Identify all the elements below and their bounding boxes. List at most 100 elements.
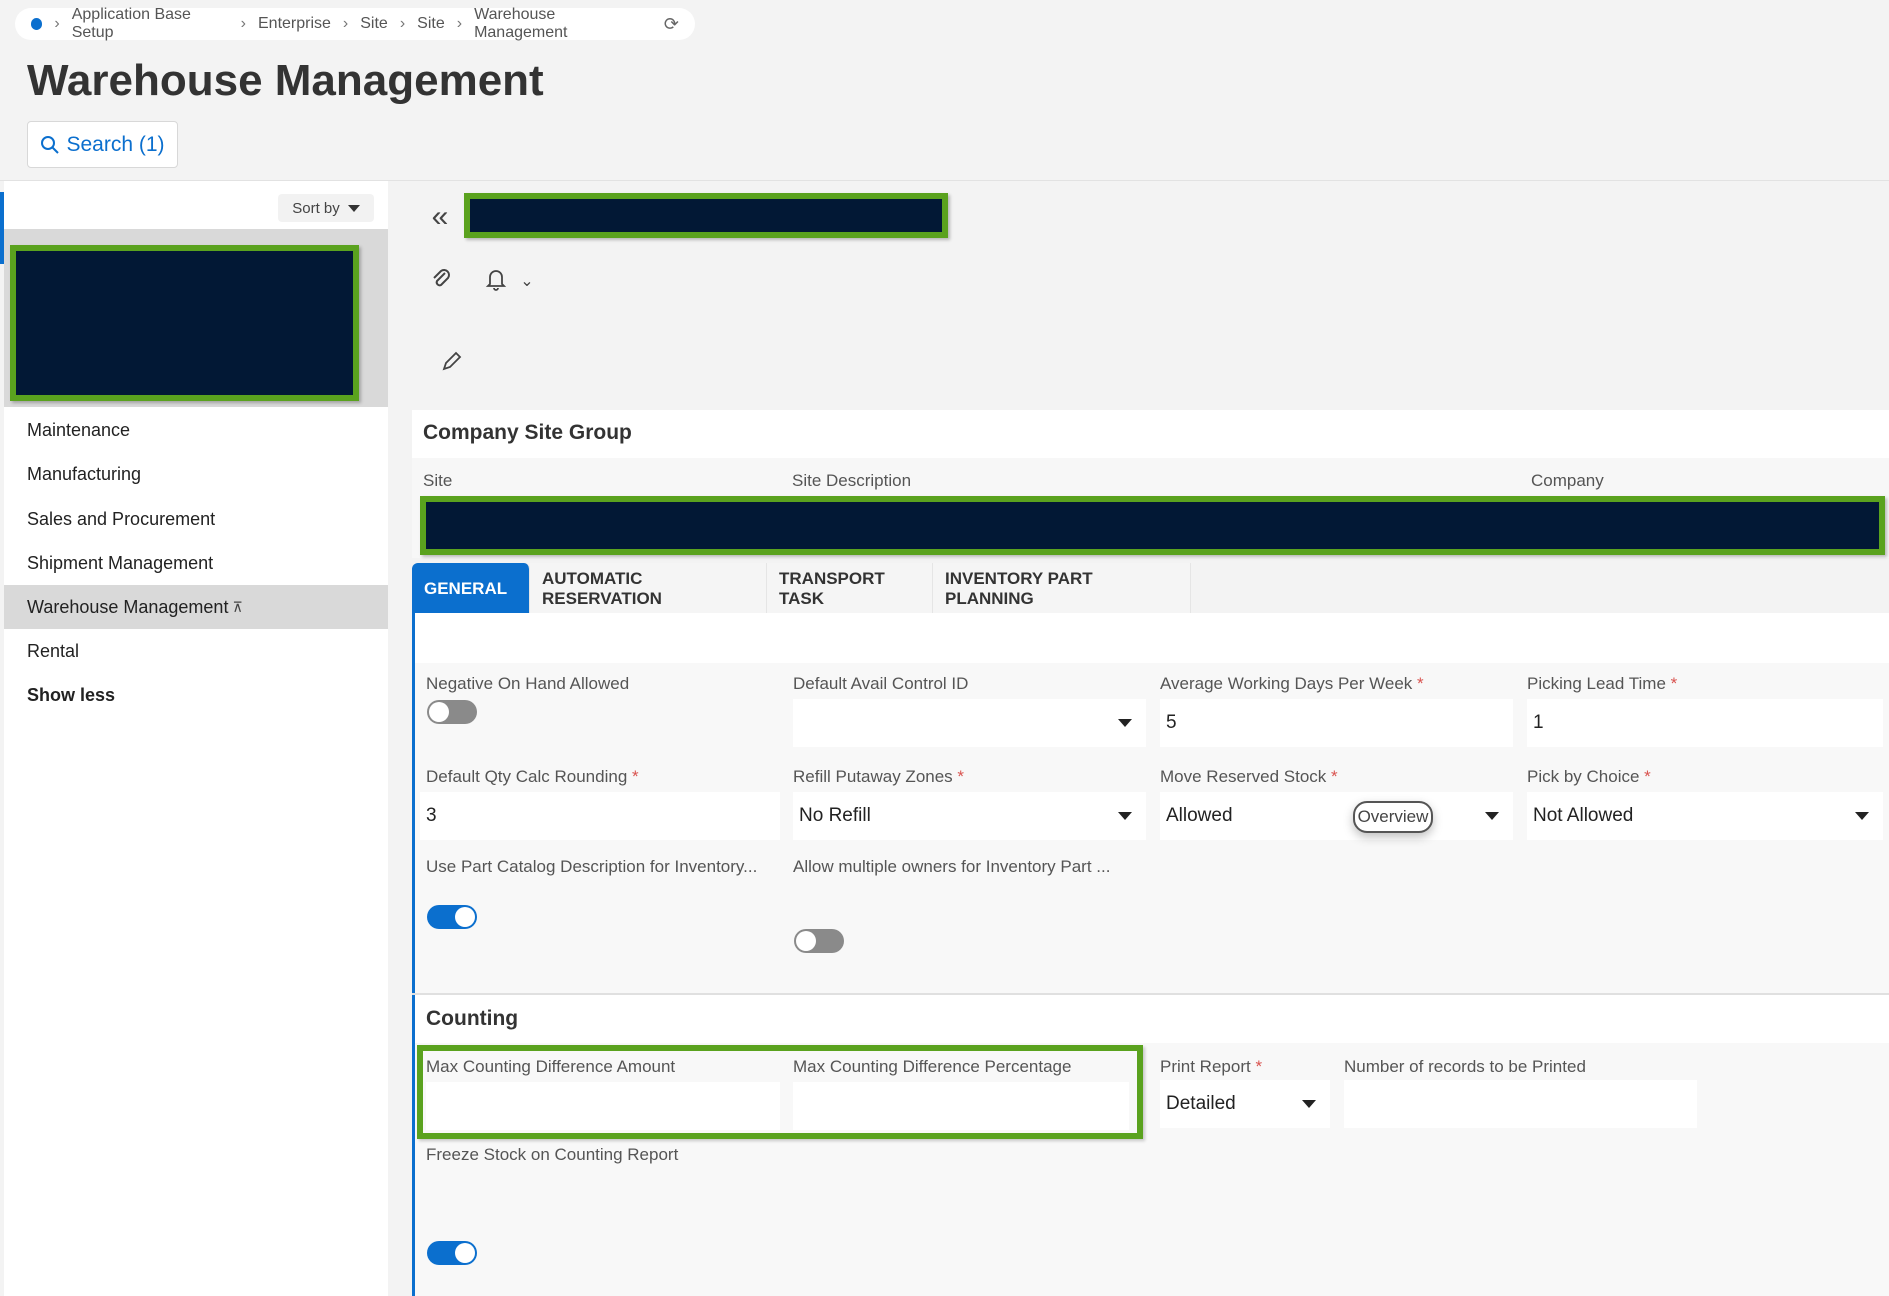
breadcrumb-item[interactable]: Site xyxy=(417,15,445,33)
print-report-select[interactable]: Detailed xyxy=(1160,1080,1330,1128)
nav-item-label: Manufacturing xyxy=(27,463,142,484)
select-value: Detailed xyxy=(1166,1093,1236,1114)
caret-down-icon xyxy=(1302,1100,1316,1108)
tabs-bar: GENERAL AUTOMATIC RESERVATION TRANSPORT … xyxy=(412,563,1889,615)
avg-working-days-label: Average Working Days Per Week * xyxy=(1160,674,1424,694)
caret-down-icon xyxy=(1855,812,1869,820)
chevron-down-icon[interactable]: ⌄ xyxy=(516,270,538,292)
nav-item-rental[interactable]: Rental xyxy=(4,629,388,673)
breadcrumb-item: Warehouse Management xyxy=(474,6,568,41)
label-text: Pick by Choice xyxy=(1527,767,1640,786)
column-header-site[interactable]: Site xyxy=(423,471,452,491)
negative-on-hand-toggle[interactable] xyxy=(427,700,477,724)
num-records-input[interactable] xyxy=(1344,1080,1697,1128)
required-marker: * xyxy=(632,767,639,786)
toggle-knob xyxy=(455,1243,475,1263)
tab-inventory-part-planning[interactable]: INVENTORY PART PLANNING xyxy=(933,563,1191,615)
redacted-site-row xyxy=(420,496,1885,555)
select-value: Not Allowed xyxy=(1533,805,1634,826)
refill-putaway-label: Refill Putaway Zones * xyxy=(793,767,964,787)
chevron-right-icon: › xyxy=(240,15,246,32)
allow-multiple-owners-toggle[interactable] xyxy=(794,929,844,953)
tab-transport-task[interactable]: TRANSPORT TASK xyxy=(767,563,933,615)
chevron-right-icon: › xyxy=(399,15,406,32)
negative-on-hand-label: Negative On Hand Allowed xyxy=(426,674,630,693)
company-site-group-title: Company Site Group xyxy=(423,421,632,444)
breadcrumb-item[interactable]: Application Base Setup xyxy=(72,6,229,42)
sort-by-dropdown[interactable]: Sort by xyxy=(278,194,374,222)
nav-item-warehouse-management[interactable]: Warehouse Management ⊼ xyxy=(4,585,388,629)
panel-header-space xyxy=(412,613,1889,663)
search-icon xyxy=(41,135,60,154)
required-marker: * xyxy=(1255,1057,1263,1076)
nav-item-label: Shipment Management xyxy=(27,552,214,573)
refill-putaway-select[interactable]: No Refill xyxy=(793,792,1146,840)
column-header-company[interactable]: Company xyxy=(1531,471,1604,491)
tab-label: TRANSPORT TASK xyxy=(779,569,885,608)
label-text: Move Reserved Stock xyxy=(1160,767,1327,786)
avg-working-days-input[interactable]: 5 xyxy=(1160,699,1513,747)
nav-item-sales-procurement[interactable]: Sales and Procurement xyxy=(4,497,388,541)
search-button[interactable]: Search (1) xyxy=(27,121,178,168)
tab-general[interactable]: GENERAL xyxy=(412,563,530,615)
label-text: Average Working Days Per Week xyxy=(1160,674,1413,693)
label-text: Default Qty Calc Rounding xyxy=(426,767,628,786)
nav-item-maintenance[interactable]: Maintenance xyxy=(4,408,388,452)
move-reserved-stock-select[interactable]: Allowed xyxy=(1160,792,1513,840)
allow-multiple-owners-label: Allow multiple owners for Inventory Part… xyxy=(793,857,1111,876)
chevron-right-icon: › xyxy=(54,15,60,32)
input-value: 3 xyxy=(426,805,437,826)
tab-label: AUTOMATIC RESERVATION xyxy=(542,569,662,608)
highlight-outline xyxy=(417,1045,1143,1139)
chevron-right-icon: › xyxy=(342,15,349,32)
num-records-label: Number of records to be Printed xyxy=(1344,1057,1586,1076)
bell-icon[interactable] xyxy=(480,263,512,295)
redacted-record xyxy=(10,245,359,401)
page-title: Warehouse Management xyxy=(27,56,544,105)
required-marker: * xyxy=(957,767,965,786)
show-less-label: Show less xyxy=(27,684,116,705)
refresh-icon[interactable]: ⟳ xyxy=(664,14,679,35)
overview-tooltip: Overview xyxy=(1353,801,1433,833)
tab-automatic-reservation[interactable]: AUTOMATIC RESERVATION xyxy=(530,563,767,615)
tab-label: GENERAL xyxy=(424,579,508,598)
home-icon[interactable] xyxy=(31,18,43,30)
default-avail-control-select[interactable] xyxy=(793,699,1146,747)
select-value: No Refill xyxy=(799,805,871,826)
default-qty-calc-label: Default Qty Calc Rounding * xyxy=(426,767,639,787)
nav-item-label: Sales and Procurement xyxy=(27,508,216,529)
use-part-catalog-toggle[interactable] xyxy=(427,905,477,929)
default-qty-calc-input[interactable]: 3 xyxy=(420,792,780,840)
caret-down-icon xyxy=(1485,812,1499,820)
picking-lead-time-input[interactable]: 1 xyxy=(1527,699,1883,747)
nav-item-shipment-management[interactable]: Shipment Management xyxy=(4,541,388,585)
required-marker: * xyxy=(1644,767,1651,786)
label-text: Picking Lead Time xyxy=(1527,674,1666,693)
pick-by-choice-select[interactable]: Not Allowed xyxy=(1527,792,1883,840)
column-header-site-description[interactable]: Site Description xyxy=(792,471,911,491)
show-less-link[interactable]: Show less xyxy=(4,673,388,717)
label-text: Refill Putaway Zones xyxy=(793,767,953,786)
edit-pencil-icon[interactable] xyxy=(436,345,468,377)
sort-by-label: Sort by xyxy=(292,199,340,217)
freeze-stock-toggle[interactable] xyxy=(427,1241,477,1265)
toggle-knob xyxy=(796,931,816,951)
freeze-stock-label: Freeze Stock on Counting Report xyxy=(426,1145,679,1164)
attachment-icon[interactable] xyxy=(425,263,457,295)
pin-icon[interactable]: ⊼ xyxy=(232,599,242,616)
nav-item-manufacturing[interactable]: Manufacturing xyxy=(4,452,388,496)
caret-down-icon xyxy=(1118,719,1132,727)
collapse-left-icon[interactable]: « xyxy=(425,200,455,234)
move-reserved-stock-label: Move Reserved Stock * xyxy=(1160,767,1338,787)
breadcrumb-item[interactable]: Site xyxy=(360,15,388,33)
nav-item-label: Rental xyxy=(27,640,80,661)
toggle-knob xyxy=(455,907,475,927)
breadcrumb-item[interactable]: Enterprise xyxy=(258,15,331,33)
caret-down-icon xyxy=(347,204,360,212)
nav-item-label: Warehouse Management xyxy=(27,596,229,617)
counting-title: Counting xyxy=(426,1007,519,1030)
counting-header xyxy=(412,995,1889,1043)
select-value: Allowed xyxy=(1166,805,1233,826)
default-avail-control-label: Default Avail Control ID xyxy=(793,674,969,693)
required-marker: * xyxy=(1331,767,1338,786)
